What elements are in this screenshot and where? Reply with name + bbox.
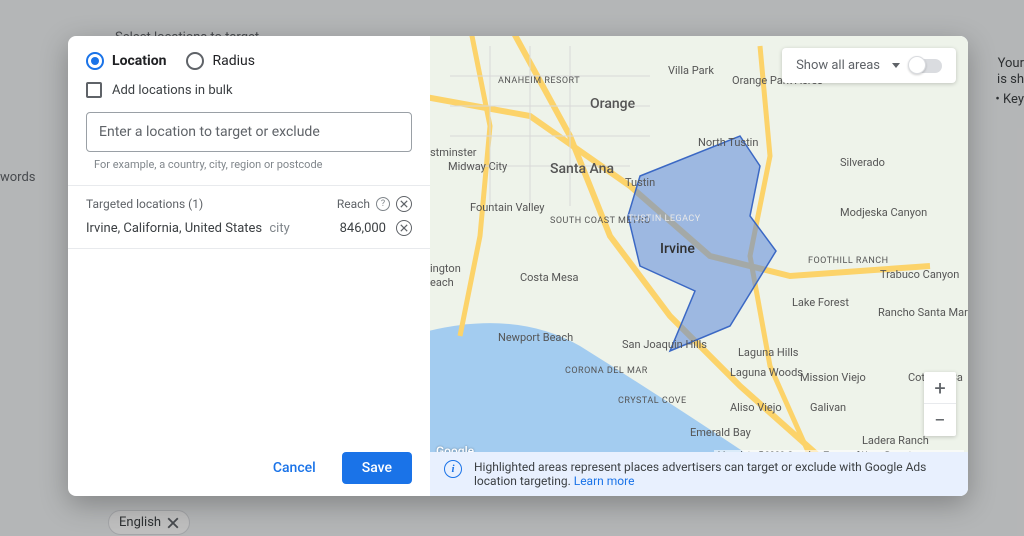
info-banner: i Highlighted areas represent places adv… bbox=[430, 452, 968, 496]
zoom-control: + − bbox=[924, 372, 956, 436]
show-areas-dropdown[interactable]: Show all areas bbox=[782, 48, 956, 83]
search-placeholder: Enter a location to target or exclude bbox=[99, 124, 320, 140]
remove-location-button[interactable] bbox=[396, 220, 412, 236]
info-icon: i bbox=[444, 460, 462, 478]
location-name: Irvine, California, United States bbox=[86, 221, 262, 236]
map-label: ington bbox=[430, 262, 461, 275]
targeted-locations-section: Targeted locations (1) Reach ? Irvine, C… bbox=[68, 185, 430, 249]
help-icon[interactable]: ? bbox=[376, 197, 390, 211]
map-label: ANAHEIM RESORT bbox=[498, 76, 580, 86]
zoom-out-button[interactable]: − bbox=[924, 404, 956, 436]
location-reach: 846,000 bbox=[340, 221, 386, 236]
map-label: Fountain Valley bbox=[470, 201, 545, 214]
cancel-button[interactable]: Cancel bbox=[261, 452, 328, 484]
map-label: each bbox=[430, 276, 454, 289]
remove-all-button[interactable] bbox=[396, 196, 412, 212]
map-label: Silverado bbox=[840, 156, 885, 169]
search-hint: For example, a country, city, region or … bbox=[68, 152, 430, 185]
map-label: Costa Mesa bbox=[520, 271, 579, 284]
map-label: stminster bbox=[430, 146, 477, 159]
radio-radius[interactable]: Radius bbox=[186, 52, 255, 70]
map-panel[interactable]: ANAHEIM RESORT Orange Villa Park Orange … bbox=[430, 36, 968, 496]
map-label: Mission Viejo bbox=[800, 371, 866, 384]
map-label: San Joaquin Hills bbox=[622, 338, 707, 351]
left-panel: Location Radius Add locations in bulk En… bbox=[68, 36, 430, 496]
map-label: Newport Beach bbox=[498, 331, 573, 344]
map-label: Rancho Santa Margarita bbox=[878, 306, 968, 319]
map-label: Midway City bbox=[448, 160, 507, 173]
map-label: TUSTIN LEGACY bbox=[628, 214, 701, 224]
show-areas-toggle[interactable] bbox=[910, 59, 942, 73]
location-row: Irvine, California, United States city 8… bbox=[86, 220, 412, 236]
map-label: Modjeska Canyon bbox=[840, 206, 927, 219]
map-label: Lake Forest bbox=[792, 296, 849, 309]
map-label: Aliso Viejo bbox=[730, 401, 782, 414]
bulk-label: Add locations in bulk bbox=[112, 83, 233, 98]
map-label: CRYSTAL COVE bbox=[618, 396, 687, 406]
map-label: Trabuco Canyon bbox=[880, 268, 959, 281]
map-label: Villa Park bbox=[668, 64, 714, 77]
bulk-checkbox-row[interactable]: Add locations in bulk bbox=[68, 82, 430, 112]
radio-circle-icon bbox=[186, 52, 204, 70]
targeted-header: Targeted locations (1) bbox=[86, 197, 203, 211]
map-label: Emerald Bay bbox=[690, 426, 751, 439]
radio-location-label: Location bbox=[112, 53, 166, 69]
zoom-in-button[interactable]: + bbox=[924, 372, 956, 404]
map-label: Laguna Hills bbox=[738, 346, 798, 359]
radio-group: Location Radius bbox=[68, 52, 430, 82]
map-label: CORONA DEL MAR bbox=[565, 366, 648, 376]
dialog-footer: Cancel Save bbox=[68, 440, 430, 496]
map-label: Laguna Woods bbox=[730, 366, 803, 379]
save-button[interactable]: Save bbox=[342, 452, 412, 484]
radio-radius-label: Radius bbox=[212, 53, 255, 69]
map-label: Irvine bbox=[660, 241, 695, 257]
map-label: Ladera Ranch bbox=[862, 434, 929, 447]
map-label: Orange bbox=[590, 96, 635, 112]
show-areas-label: Show all areas bbox=[796, 58, 880, 73]
radio-location[interactable]: Location bbox=[86, 52, 166, 70]
location-search-input[interactable]: Enter a location to target or exclude bbox=[86, 112, 412, 152]
info-text: Highlighted areas represent places adver… bbox=[474, 460, 954, 488]
chevron-down-icon bbox=[892, 63, 900, 68]
location-type: city bbox=[269, 221, 289, 236]
learn-more-link[interactable]: Learn more bbox=[574, 474, 635, 488]
checkbox-icon bbox=[86, 82, 102, 98]
reach-label: Reach bbox=[337, 197, 370, 211]
map-label: Tustin bbox=[625, 176, 655, 189]
map-label: Santa Ana bbox=[550, 161, 614, 177]
radio-circle-icon bbox=[86, 52, 104, 70]
map-label: Galivan bbox=[810, 401, 846, 414]
map-label: North Tustin bbox=[698, 136, 758, 149]
map-label: FOOTHILL RANCH bbox=[808, 256, 889, 266]
location-targeting-dialog: Location Radius Add locations in bulk En… bbox=[68, 36, 968, 496]
